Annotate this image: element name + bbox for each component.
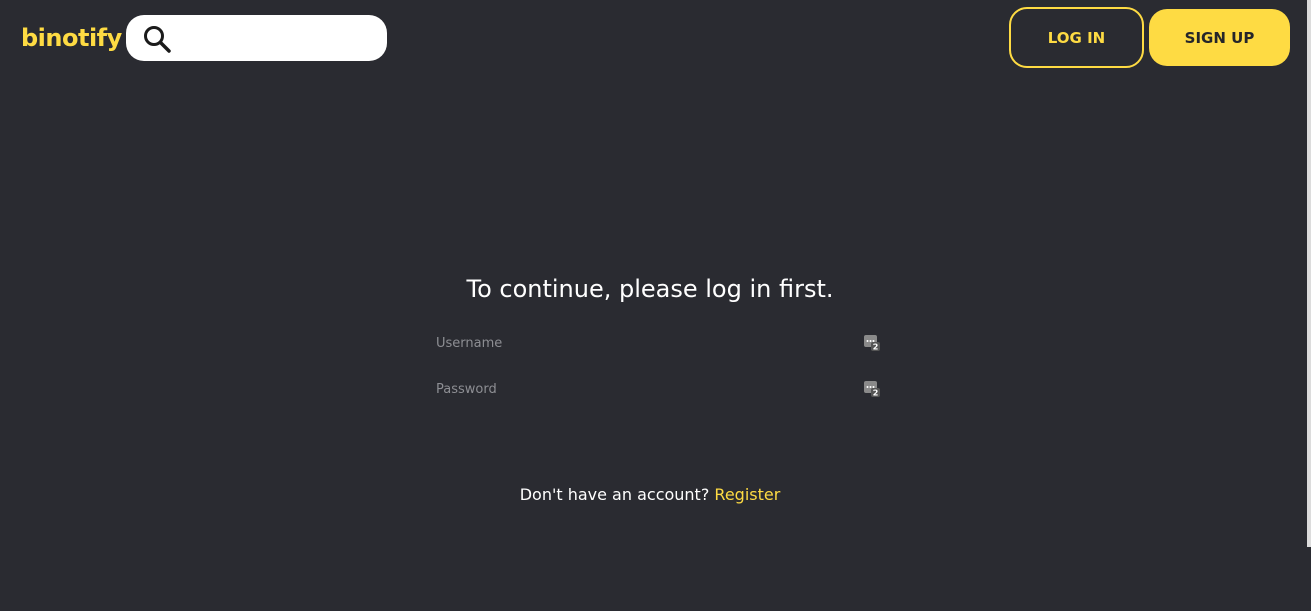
password-field-container: 2: [436, 376, 880, 402]
svg-text:2: 2: [873, 389, 879, 398]
login-prompt: To continue, please log in first.: [466, 275, 834, 303]
username-field-container: 2: [436, 330, 880, 356]
search-bar[interactable]: [126, 15, 387, 61]
password-manager-icon[interactable]: 2: [864, 381, 880, 397]
login-button[interactable]: LOG IN: [1009, 7, 1144, 68]
scrollbar[interactable]: [1307, 0, 1311, 547]
register-line: Don't have an account? Register: [0, 485, 1300, 504]
svg-text:2: 2: [873, 343, 879, 352]
password-manager-icon[interactable]: 2: [864, 335, 880, 351]
logo[interactable]: binotify: [21, 24, 122, 52]
page: binotify LOG IN SIGN UP To continue, ple…: [0, 0, 1311, 611]
password-field[interactable]: [436, 376, 856, 402]
register-link[interactable]: Register: [714, 485, 780, 504]
signup-button[interactable]: SIGN UP: [1149, 9, 1290, 66]
username-field[interactable]: [436, 330, 856, 356]
no-account-text: Don't have an account?: [519, 485, 710, 504]
search-icon[interactable]: [142, 24, 172, 54]
search-input[interactable]: [180, 23, 375, 53]
